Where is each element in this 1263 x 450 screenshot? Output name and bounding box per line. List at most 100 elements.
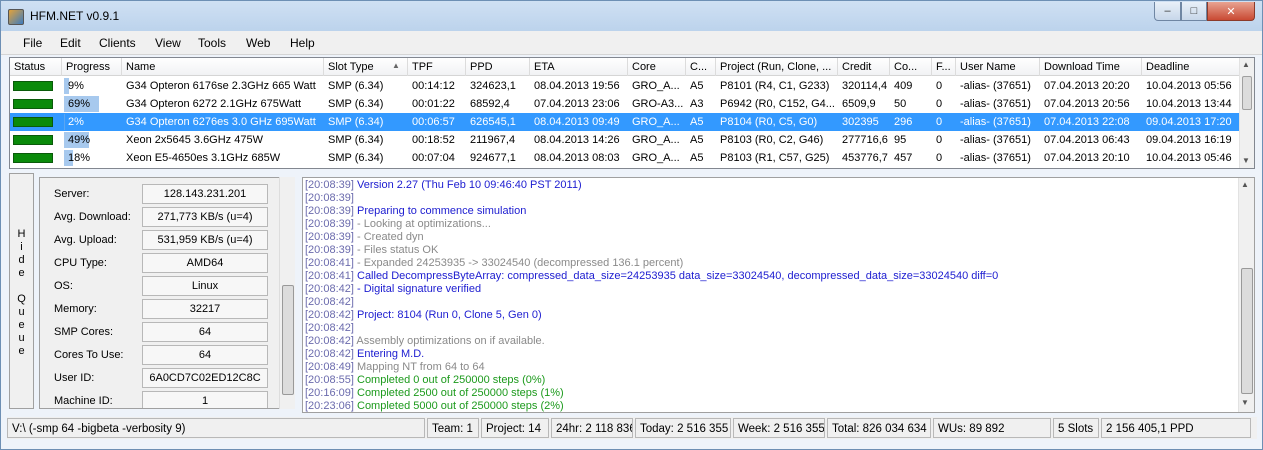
info-value[interactable]: 128.143.231.201 bbox=[142, 184, 268, 204]
log-line: [20:08:39] Version 2.27 (Thu Feb 10 09:4… bbox=[305, 179, 582, 192]
column-header[interactable]: ETA bbox=[530, 58, 628, 76]
column-header[interactable]: Status bbox=[10, 58, 62, 76]
log-timestamp: [20:08:41] bbox=[305, 257, 354, 269]
log-timestamp: [20:08:39] bbox=[305, 205, 354, 217]
cell-credit: 6509,9 bbox=[842, 98, 876, 110]
info-scrollbar[interactable] bbox=[279, 177, 295, 409]
info-value[interactable]: 6A0CD7C02ED12C8C bbox=[142, 368, 268, 388]
log-line: [20:08:39] bbox=[305, 192, 354, 205]
log-timestamp: [20:08:39] bbox=[305, 192, 354, 204]
cell-deadline: 10.04.2013 05:46 bbox=[1146, 152, 1232, 164]
hide-queue-letter: e bbox=[18, 345, 25, 357]
cell-f: 0 bbox=[936, 134, 943, 146]
info-value[interactable]: 271,773 KB/s (u=4) bbox=[142, 207, 268, 227]
info-row: SMP Cores: 64 bbox=[54, 322, 274, 344]
column-header[interactable]: Project (Run, Clone, ... bbox=[716, 58, 838, 76]
cell-c: A5 bbox=[690, 152, 704, 164]
slots-grid: Status Progress Name Slot Type TPF PPD ETA Core… bbox=[9, 57, 1255, 169]
column-header[interactable]: Download Time bbox=[1040, 58, 1142, 76]
sort-ascending-icon: ▲ bbox=[392, 61, 400, 70]
menu-edit[interactable]: Edit bbox=[60, 36, 81, 50]
info-label: SMP Cores: bbox=[54, 326, 114, 338]
table-row[interactable]: 69% G34 Opteron 6272 2.1GHz 675Watt SMP (6… bbox=[10, 95, 1240, 113]
menu-web[interactable]: Web bbox=[246, 36, 270, 50]
cell-user: -alias- (37651) bbox=[960, 116, 1031, 128]
status-running-indicator bbox=[13, 117, 53, 127]
cell-user: -alias- (37651) bbox=[960, 80, 1031, 92]
log-scroll-up-icon[interactable]: ▲ bbox=[1241, 180, 1249, 189]
progress-label: 2% bbox=[68, 116, 84, 128]
log-scrollbar[interactable]: ▲ ▼ bbox=[1238, 178, 1254, 412]
cell-eta: 08.04.2013 19:56 bbox=[534, 80, 620, 92]
status-running-indicator bbox=[13, 99, 53, 109]
close-button[interactable]: ✕ bbox=[1207, 2, 1255, 21]
info-scroll-thumb[interactable] bbox=[282, 285, 294, 395]
log-line: [20:08:42] Assembly optimizations on if … bbox=[305, 335, 545, 348]
info-row: Server: 128.143.231.201 bbox=[54, 184, 274, 206]
column-header[interactable]: Co... bbox=[890, 58, 932, 76]
column-header[interactable]: Name bbox=[122, 58, 324, 76]
title-bar[interactable]: HFM.NET v0.9.1 – □ ✕ bbox=[1, 1, 1262, 31]
info-value[interactable]: AMD64 bbox=[142, 253, 268, 273]
scroll-down-icon[interactable]: ▼ bbox=[1242, 156, 1250, 165]
progress-bar: 9% bbox=[64, 78, 114, 94]
grid-vertical-scrollbar[interactable]: ▲ ▼ bbox=[1239, 58, 1254, 168]
info-label: OS: bbox=[54, 280, 73, 292]
info-value[interactable]: 1 bbox=[142, 391, 268, 408]
info-value[interactable]: Linux bbox=[142, 276, 268, 296]
maximize-button[interactable]: □ bbox=[1181, 2, 1207, 21]
column-header[interactable]: F... bbox=[932, 58, 956, 76]
info-value[interactable]: 531,959 KB/s (u=4) bbox=[142, 230, 268, 250]
menu-view[interactable]: View bbox=[155, 36, 181, 50]
menu-file[interactable]: File bbox=[23, 36, 42, 50]
info-row: CPU Type: AMD64 bbox=[54, 253, 274, 275]
info-value[interactable]: 64 bbox=[142, 345, 268, 365]
status-total: Total: 826 034 634 bbox=[827, 418, 931, 438]
log-scroll-thumb[interactable] bbox=[1241, 268, 1253, 394]
cell-credit: 277716,6 bbox=[842, 134, 888, 146]
log-message: Project: 8104 (Run 0, Clone 5, Gen 0) bbox=[353, 309, 542, 321]
cell-project: P8103 (R0, C2, G46) bbox=[720, 134, 824, 146]
column-header[interactable]: User Name bbox=[956, 58, 1040, 76]
cell-slot: SMP (6.34) bbox=[328, 98, 384, 110]
status-running-indicator bbox=[13, 81, 53, 91]
info-value[interactable]: 32217 bbox=[142, 299, 268, 319]
cell-download: 07.04.2013 20:20 bbox=[1044, 80, 1130, 92]
log-line: [20:08:42] Entering M.D. bbox=[305, 348, 424, 361]
table-row[interactable]: 9% G34 Opteron 6176se 2.3GHz 665 Watt SMP … bbox=[10, 77, 1240, 95]
menu-tools[interactable]: Tools bbox=[198, 36, 226, 50]
scroll-up-icon[interactable]: ▲ bbox=[1242, 60, 1250, 69]
cell-name: Xeon E5-4650es 3.1GHz 685W bbox=[126, 152, 281, 164]
grid-scroll-thumb[interactable] bbox=[1242, 76, 1252, 110]
hide-queue-button[interactable]: HideQueue bbox=[9, 173, 34, 409]
column-header[interactable]: Deadline bbox=[1142, 58, 1240, 76]
column-header[interactable]: C... bbox=[686, 58, 716, 76]
menu-help[interactable]: Help bbox=[290, 36, 315, 50]
table-row[interactable]: 2% G34 Opteron 6276es 3.0 GHz 695Watt SMP … bbox=[10, 113, 1240, 131]
cell-project: P6942 (R0, C152, G4... bbox=[720, 98, 835, 110]
info-label: Server: bbox=[54, 188, 90, 200]
info-label: Avg. Download: bbox=[54, 211, 131, 223]
minimize-button[interactable]: – bbox=[1154, 2, 1181, 21]
info-value[interactable]: 64 bbox=[142, 322, 268, 342]
cell-credit: 320114,4 bbox=[842, 80, 888, 92]
log-line: [20:08:39] - Files status OK bbox=[305, 244, 438, 257]
column-header[interactable]: TPF bbox=[408, 58, 466, 76]
cell-tpf: 00:14:12 bbox=[412, 80, 455, 92]
progress-label: 18% bbox=[68, 152, 91, 164]
column-header[interactable]: Progress bbox=[62, 58, 122, 76]
table-row[interactable]: 18% Xeon E5-4650es 3.1GHz 685W SMP (6.34) 0… bbox=[10, 149, 1240, 167]
menu-clients[interactable]: Clients bbox=[99, 36, 136, 50]
log-viewer[interactable]: ▲ ▼ [20:08:39] Version 2.27 (Thu Feb 10 … bbox=[302, 177, 1255, 413]
cell-deadline: 09.04.2013 16:19 bbox=[1146, 134, 1232, 146]
log-timestamp: [20:16:09] bbox=[305, 387, 354, 399]
cell-f: 0 bbox=[936, 152, 943, 164]
log-scroll-down-icon[interactable]: ▼ bbox=[1241, 398, 1249, 407]
column-header[interactable]: Credit bbox=[838, 58, 890, 76]
cell-ppd: 324623,1 bbox=[470, 80, 516, 92]
progress-bar: 2% bbox=[64, 114, 114, 130]
table-row[interactable]: 49% Xeon 2x5645 3.6GHz 475W SMP (6.34) 00:1… bbox=[10, 131, 1240, 149]
column-header[interactable]: Core bbox=[628, 58, 686, 76]
column-header[interactable]: PPD bbox=[466, 58, 530, 76]
cell-core: GRO_A... bbox=[632, 80, 680, 92]
